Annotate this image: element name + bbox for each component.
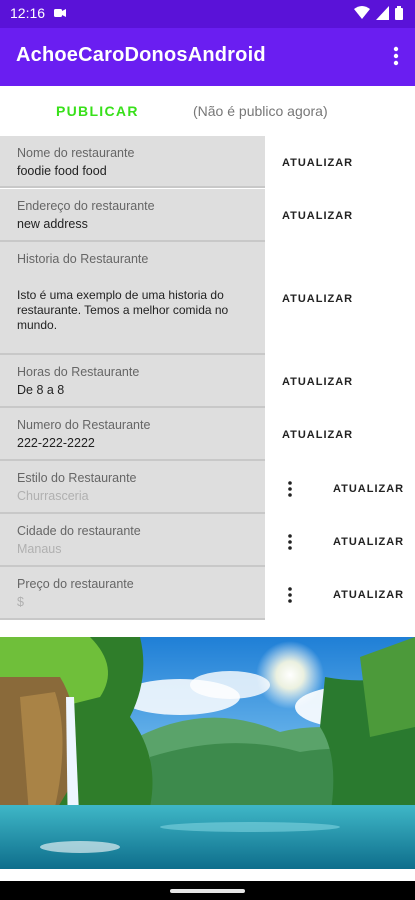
field-name[interactable]: Nome do restaurante foodie food food: [0, 136, 265, 188]
signal-icon: [376, 6, 389, 20]
app-title: AchoeCaroDonosAndroid: [16, 44, 266, 66]
field-story-label: Historia do Restaurante: [17, 252, 149, 266]
update-city-button[interactable]: ATUALIZAR: [333, 536, 404, 548]
restaurant-banner-image: [0, 637, 415, 869]
status-bar: 12:16: [0, 0, 415, 28]
field-hours[interactable]: Horas do Restaurante De 8 a 8: [0, 355, 265, 408]
field-name-label: Nome do restaurante: [17, 146, 135, 160]
update-price-button[interactable]: ATUALIZAR: [333, 589, 404, 601]
field-price-label: Preço do restaurante: [17, 577, 134, 591]
update-phone-button[interactable]: ATUALIZAR: [282, 429, 353, 441]
notification-icon: [54, 9, 66, 17]
battery-icon: [395, 6, 403, 20]
publish-status: (Não é publico agora): [193, 103, 328, 119]
field-style-placeholder: Churrasceria: [17, 489, 89, 503]
field-price[interactable]: Preço do restaurante $: [0, 567, 265, 620]
field-story-value: Isto é uma exemplo de uma historia do re…: [17, 288, 229, 332]
field-city-label: Cidade do restaurante: [17, 524, 141, 538]
publish-button[interactable]: PUBLICAR: [56, 103, 139, 119]
app-bar: AchoeCaroDonosAndroid: [0, 28, 415, 86]
field-hours-value: De 8 a 8: [17, 383, 65, 397]
field-hours-label: Horas do Restaurante: [17, 365, 140, 379]
field-style-label: Estilo do Restaurante: [17, 471, 137, 485]
update-hours-button[interactable]: ATUALIZAR: [282, 376, 353, 388]
field-phone[interactable]: Numero do Restaurante 222-222-2222: [0, 408, 265, 461]
field-name-value: foodie food food: [17, 164, 107, 178]
field-style[interactable]: Estilo do Restaurante Churrasceria: [0, 461, 265, 514]
field-address-value: new address: [17, 217, 88, 231]
status-time: 12:16: [10, 5, 46, 21]
more-vert-icon[interactable]: [391, 46, 401, 66]
wifi-icon: [354, 6, 370, 19]
update-story-button[interactable]: ATUALIZAR: [282, 293, 353, 305]
field-city[interactable]: Cidade do restaurante Manaus: [0, 514, 265, 567]
status-icons: [354, 6, 403, 20]
field-city-placeholder: Manaus: [17, 542, 62, 556]
update-name-button[interactable]: ATUALIZAR: [282, 157, 353, 169]
field-price-placeholder: $: [17, 595, 24, 609]
field-address-label: Endereço do restaurante: [17, 199, 155, 213]
update-style-button[interactable]: ATUALIZAR: [333, 483, 404, 495]
field-phone-value: 222-222-2222: [17, 436, 95, 450]
city-options-icon[interactable]: [287, 534, 293, 550]
publish-row: PUBLICAR (Não é publico agora): [0, 86, 415, 136]
update-address-button[interactable]: ATUALIZAR: [282, 210, 353, 222]
price-options-icon[interactable]: [287, 587, 293, 603]
system-nav-bar: [0, 881, 415, 900]
style-options-icon[interactable]: [287, 481, 293, 497]
home-gesture-handle[interactable]: [170, 889, 245, 893]
field-story[interactable]: Historia do Restaurante Isto é uma exemp…: [0, 242, 265, 355]
field-phone-label: Numero do Restaurante: [17, 418, 151, 432]
field-address[interactable]: Endereço do restaurante new address: [0, 189, 265, 242]
